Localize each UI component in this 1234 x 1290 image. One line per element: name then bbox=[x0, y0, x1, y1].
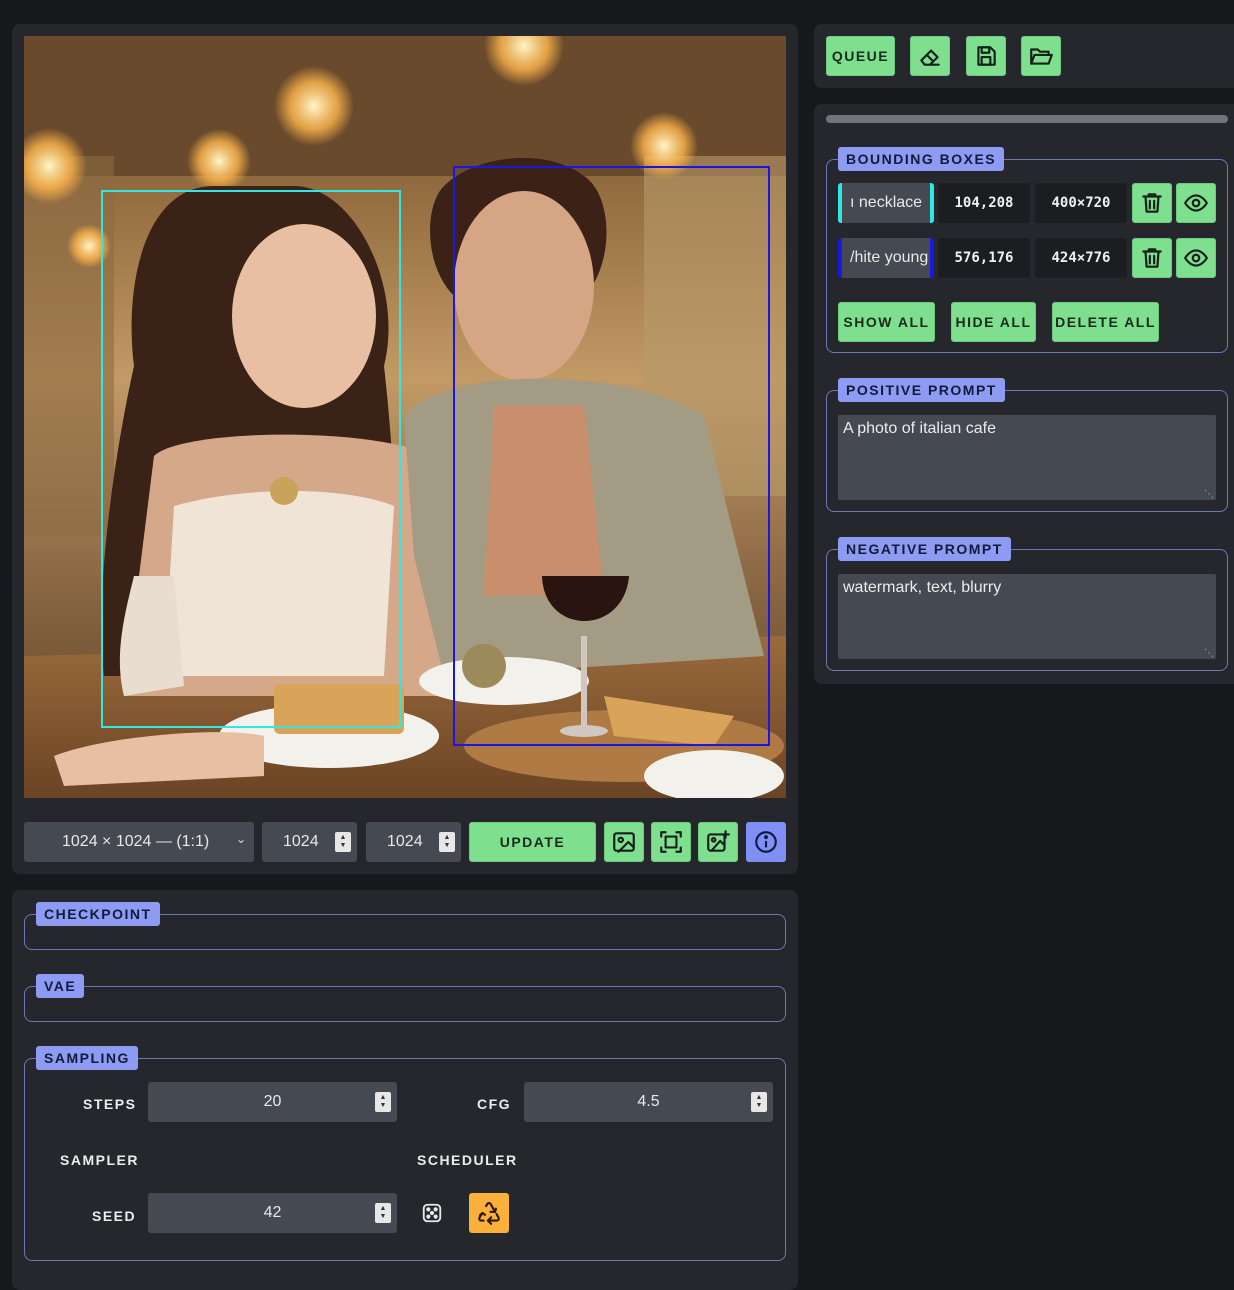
bbox-visibility-button-1[interactable] bbox=[1176, 183, 1216, 223]
sampling-title: SAMPLING bbox=[36, 1046, 138, 1070]
bbox-delete-button-2[interactable] bbox=[1132, 238, 1172, 278]
queue-button[interactable]: QUEUE bbox=[826, 36, 895, 76]
info-button[interactable] bbox=[746, 822, 786, 862]
vae-title: VAE bbox=[36, 974, 85, 998]
seed-value: 42 bbox=[263, 1204, 282, 1221]
resolution-preset-select[interactable]: 1024 × 1024 — (1:1) ⌄ bbox=[24, 822, 254, 862]
toolbar-panel: QUEUE bbox=[814, 24, 1234, 88]
bounding-boxes-title: BOUNDING BOXES bbox=[838, 147, 1005, 171]
save-icon bbox=[977, 46, 996, 66]
steps-label: STEPS bbox=[83, 1096, 137, 1112]
seed-label: SEED bbox=[92, 1208, 137, 1224]
bbox-prompt-value-1: ı necklace bbox=[850, 194, 923, 211]
resize-handle-icon: ⋱ bbox=[1204, 648, 1214, 659]
bbox-delete-button-1[interactable] bbox=[1132, 183, 1172, 223]
folder-open-icon bbox=[1030, 48, 1053, 65]
random-seed-button[interactable] bbox=[418, 1199, 446, 1227]
positive-prompt-textarea[interactable]: A photo of italian cafe ⋱ bbox=[838, 415, 1216, 500]
cfg-value: 4.5 bbox=[637, 1093, 660, 1110]
bbox-position-2[interactable]: 576,176 bbox=[938, 238, 1030, 278]
resize-handle-icon: ⋱ bbox=[1204, 489, 1214, 500]
width-input[interactable]: 1024 ▲ ▼ bbox=[262, 822, 357, 862]
negative-prompt-value: watermark, text, blurry bbox=[843, 579, 1002, 596]
bbox-position-value-1: 104,208 bbox=[954, 195, 1014, 211]
seed-input[interactable]: 42 ▲ ▼ bbox=[148, 1193, 397, 1233]
dice-icon bbox=[422, 1203, 442, 1223]
fit-button[interactable] bbox=[651, 822, 691, 862]
update-button[interactable]: UPDATE bbox=[469, 822, 596, 862]
cfg-input[interactable]: 4.5 ▲ ▼ bbox=[524, 1082, 773, 1122]
eraser-button[interactable] bbox=[910, 36, 950, 76]
recycle-icon bbox=[478, 1202, 500, 1225]
resolution-preset-value: 1024 × 1024 — (1:1) bbox=[62, 833, 210, 850]
positive-prompt-title: POSITIVE PROMPT bbox=[838, 378, 1005, 402]
bbox-size-2[interactable]: 424×776 bbox=[1035, 238, 1127, 278]
bbox-prompt-input-1[interactable]: ı necklace bbox=[838, 183, 934, 223]
open-button[interactable] bbox=[1021, 36, 1061, 76]
bbox-size-value-1: 400×720 bbox=[1051, 195, 1111, 211]
settings-panel: CHECKPOINT VAE SAMPLING STEPS 20 ▲ ▼ CFG … bbox=[12, 890, 798, 1290]
height-stepper[interactable]: ▲ ▼ bbox=[439, 832, 455, 852]
negative-prompt-textarea[interactable]: watermark, text, blurry ⋱ bbox=[838, 574, 1216, 659]
steps-stepper[interactable]: ▲ ▼ bbox=[375, 1092, 391, 1112]
negative-prompt-title: NEGATIVE PROMPT bbox=[838, 537, 1011, 561]
preview-panel: 1024 × 1024 — (1:1) ⌄ 1024 ▲ ▼ 1024 ▲ ▼ UP… bbox=[12, 24, 798, 874]
steps-value: 20 bbox=[263, 1093, 282, 1110]
image-add-icon bbox=[707, 830, 730, 852]
bbox-prompt-value-2: /hite young bbox=[850, 249, 929, 266]
chevron-down-icon: ⌄ bbox=[235, 832, 246, 846]
info-icon bbox=[755, 831, 777, 853]
recycle-seed-button[interactable] bbox=[469, 1193, 509, 1233]
cfg-label: CFG bbox=[477, 1096, 512, 1112]
trash-icon bbox=[1142, 248, 1162, 268]
eraser-icon bbox=[920, 49, 940, 66]
bbox-overlay-2[interactable] bbox=[453, 166, 770, 746]
width-value: 1024 bbox=[283, 833, 319, 850]
generated-image[interactable] bbox=[24, 36, 786, 798]
positive-prompt-value: A photo of italian cafe bbox=[843, 420, 996, 437]
bbox-size-value-2: 424×776 bbox=[1051, 250, 1111, 266]
image-icon bbox=[613, 832, 635, 853]
image-add-button[interactable] bbox=[698, 822, 738, 862]
show-all-button[interactable]: SHOW ALL bbox=[838, 302, 935, 342]
eye-icon bbox=[1184, 194, 1208, 212]
delete-all-button[interactable]: DELETE ALL bbox=[1052, 302, 1159, 342]
bbox-overlay-1[interactable] bbox=[101, 190, 401, 728]
bbox-visibility-button-2[interactable] bbox=[1176, 238, 1216, 278]
image-button[interactable] bbox=[604, 822, 644, 862]
width-stepper[interactable]: ▲ ▼ bbox=[335, 832, 351, 852]
prompt-panel: BOUNDING BOXES ı necklace 104,208 400×72… bbox=[814, 104, 1234, 684]
save-button[interactable] bbox=[966, 36, 1006, 76]
fit-frame-icon bbox=[660, 831, 682, 853]
eye-icon bbox=[1184, 249, 1208, 267]
hide-all-button[interactable]: HIDE ALL bbox=[951, 302, 1036, 342]
seed-stepper[interactable]: ▲ ▼ bbox=[375, 1203, 391, 1223]
bbox-size-1[interactable]: 400×720 bbox=[1035, 183, 1127, 223]
bbox-position-value-2: 576,176 bbox=[954, 250, 1014, 266]
cfg-stepper[interactable]: ▲ ▼ bbox=[751, 1092, 767, 1112]
height-input[interactable]: 1024 ▲ ▼ bbox=[366, 822, 461, 862]
steps-input[interactable]: 20 ▲ ▼ bbox=[148, 1082, 397, 1122]
bbox-position-1[interactable]: 104,208 bbox=[938, 183, 1030, 223]
trash-icon bbox=[1142, 193, 1162, 213]
sampler-label: SAMPLER bbox=[60, 1152, 139, 1168]
scheduler-label: SCHEDULER bbox=[417, 1152, 518, 1168]
checkpoint-title: CHECKPOINT bbox=[36, 902, 160, 926]
height-value: 1024 bbox=[387, 833, 423, 850]
progress-bar bbox=[826, 115, 1228, 123]
vae-fieldset bbox=[24, 986, 786, 1022]
bbox-prompt-input-2[interactable]: /hite young bbox=[838, 238, 934, 278]
